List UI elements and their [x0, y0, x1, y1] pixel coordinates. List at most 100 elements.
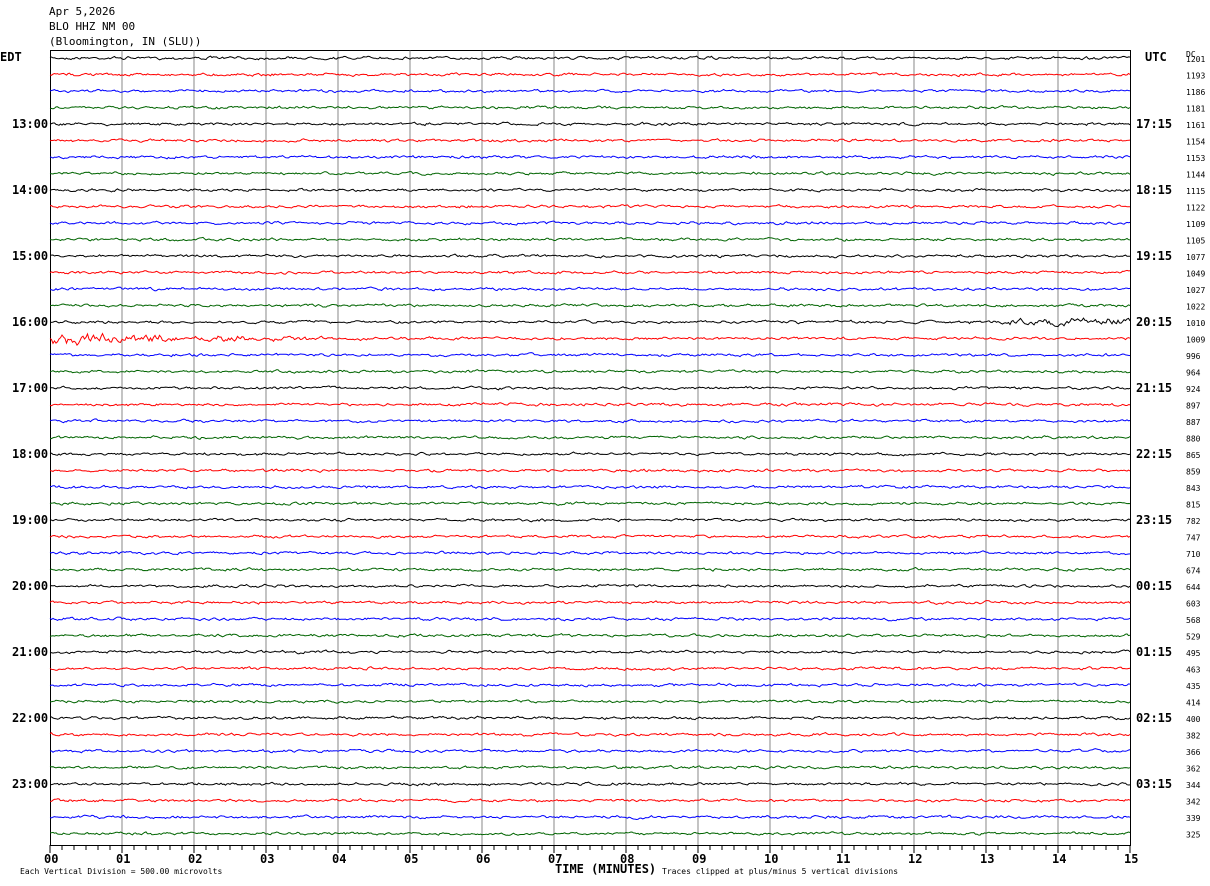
dc-value: 603: [1186, 600, 1201, 609]
trace-row-30: [49, 550, 1131, 556]
trace-row-3: [49, 104, 1131, 110]
trace-row-10: [49, 220, 1131, 226]
trace-row-23: [49, 435, 1131, 440]
trace-row-14: [49, 286, 1131, 292]
trace-row-12: [49, 253, 1131, 259]
dc-value: 996: [1186, 352, 1201, 361]
trace-row-1: [49, 72, 1131, 78]
dc-value: 342: [1186, 798, 1201, 807]
utc-time-label: 23:15: [1136, 513, 1172, 527]
dc-value: 414: [1186, 699, 1201, 708]
trace-row-36: [49, 649, 1131, 655]
x-tick-label: 15: [1124, 852, 1138, 866]
seismogram-plot: 1201119311861181116111541153114411151122…: [0, 50, 1205, 876]
dc-value: 435: [1186, 682, 1201, 691]
trace-row-21: [49, 402, 1131, 407]
x-tick-label: 02: [188, 852, 202, 866]
dc-value: 529: [1186, 633, 1201, 642]
trace-row-7: [49, 170, 1131, 176]
edt-time-label: 17:00: [12, 381, 48, 395]
x-tick-label: 03: [260, 852, 274, 866]
helicorder-page: Apr 5,2026 BLO HHZ NM 00 (Bloomington, I…: [0, 0, 1210, 886]
x-tick-label: 06: [476, 852, 490, 866]
dc-value: 1153: [1186, 154, 1205, 163]
trace-row-8: [49, 187, 1131, 193]
dc-value: 1193: [1186, 72, 1205, 81]
trace-row-43: [49, 765, 1131, 770]
trace-row-4: [49, 121, 1131, 127]
dc-value: 344: [1186, 781, 1201, 790]
trace-row-20: [49, 385, 1131, 391]
dc-value: 1027: [1186, 286, 1205, 295]
dc-value: 400: [1186, 715, 1201, 724]
trace-row-0: [49, 55, 1131, 61]
x-tick-label: 00: [44, 852, 58, 866]
x-tick-label: 09: [692, 852, 706, 866]
trace-row-28: [49, 517, 1131, 523]
edt-time-label: 18:00: [12, 447, 48, 461]
trace-row-22: [49, 418, 1131, 424]
dc-value: 1109: [1186, 220, 1205, 229]
utc-time-label: 20:15: [1136, 315, 1172, 329]
trace-row-17: [49, 332, 1131, 346]
dc-value: 859: [1186, 468, 1201, 477]
edt-time-label: 19:00: [12, 513, 48, 527]
trace-row-11: [49, 236, 1131, 242]
plot-frame: [50, 50, 1131, 846]
utc-time-label: 03:15: [1136, 777, 1172, 791]
dc-value: 463: [1186, 666, 1201, 675]
dc-value: 880: [1186, 435, 1201, 444]
dc-header: DC: [1186, 50, 1196, 59]
x-tick-label: 13: [980, 852, 994, 866]
trace-row-2: [49, 88, 1131, 94]
utc-time-label: 19:15: [1136, 249, 1172, 263]
trace-row-5: [49, 138, 1131, 143]
edt-time-label: 22:00: [12, 711, 48, 725]
x-tick-label: 05: [404, 852, 418, 866]
utc-time-label: 21:15: [1136, 381, 1172, 395]
dc-value: 1009: [1186, 336, 1205, 345]
trace-row-15: [50, 303, 1131, 308]
dc-value: 924: [1186, 385, 1201, 394]
edt-time-label: 15:00: [12, 249, 48, 263]
x-tick-label: 12: [908, 852, 922, 866]
edt-time-label: 20:00: [12, 579, 48, 593]
trace-row-47: [50, 831, 1131, 836]
edt-time-label: 16:00: [12, 315, 48, 329]
dc-value: 747: [1186, 534, 1201, 543]
utc-time-label: 17:15: [1136, 117, 1172, 131]
trace-row-37: [49, 666, 1131, 672]
trace-row-44: [50, 781, 1131, 787]
dc-value: 644: [1186, 583, 1201, 592]
scale-note: Each Vertical Division = 500.00 microvol…: [20, 867, 223, 876]
dc-value: 568: [1186, 616, 1201, 625]
x-axis-title: TIME (MINUTES): [555, 862, 656, 876]
dc-value: 887: [1186, 418, 1201, 427]
dc-value: 1105: [1186, 237, 1205, 246]
trace-row-40: [49, 715, 1131, 721]
trace-row-42: [49, 748, 1131, 754]
trace-row-26: [50, 484, 1131, 490]
dc-value: 1010: [1186, 319, 1205, 328]
dc-value: 1022: [1186, 303, 1205, 312]
dc-value: 815: [1186, 501, 1201, 510]
trace-row-41: [49, 732, 1131, 737]
x-tick-label: 11: [836, 852, 850, 866]
trace-row-13: [49, 269, 1131, 275]
dc-value: 1186: [1186, 88, 1205, 97]
dc-value: 1115: [1186, 187, 1205, 196]
trace-row-46: [49, 814, 1131, 821]
trace-row-32: [49, 583, 1131, 589]
edt-axis-label: EDT: [0, 50, 22, 64]
utc-time-label: 22:15: [1136, 447, 1172, 461]
trace-row-18: [49, 352, 1131, 358]
utc-time-label: 18:15: [1136, 183, 1172, 197]
trace-row-31: [49, 566, 1131, 572]
trace-row-38: [49, 682, 1131, 688]
trace-row-45: [49, 797, 1131, 804]
trace-row-9: [49, 204, 1131, 209]
trace-row-39: [50, 699, 1131, 704]
x-tick-label: 14: [1052, 852, 1066, 866]
dc-value: 1077: [1186, 253, 1205, 262]
dc-value: 1161: [1186, 121, 1205, 130]
